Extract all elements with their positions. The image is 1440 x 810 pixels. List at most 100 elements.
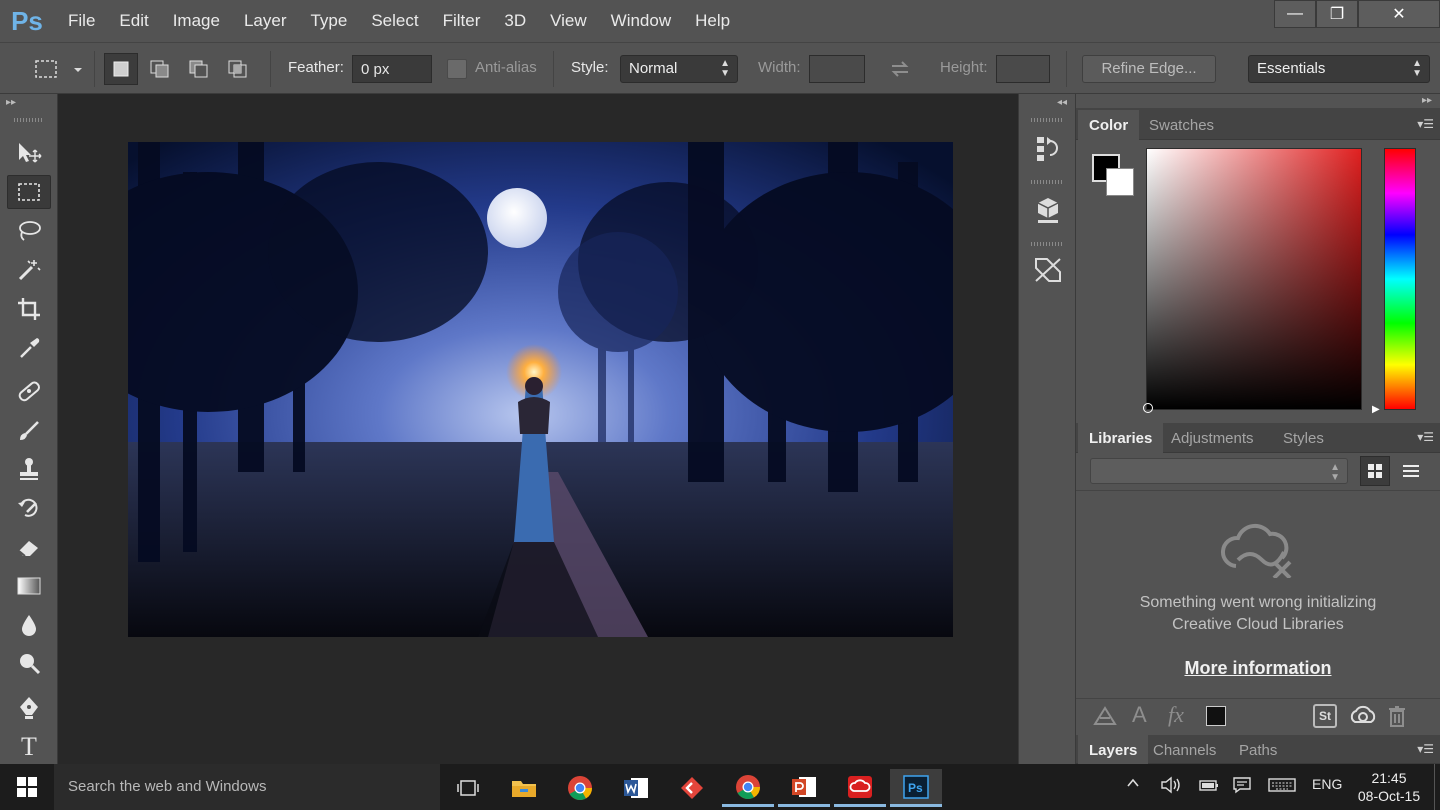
menu-type[interactable]: Type bbox=[298, 0, 359, 42]
marquee-tool[interactable] bbox=[7, 175, 51, 209]
antialias-checkbox[interactable] bbox=[447, 59, 467, 79]
powerpoint-button[interactable] bbox=[778, 769, 830, 807]
intersect-selection-button[interactable] bbox=[221, 53, 255, 85]
panel-grip[interactable] bbox=[1031, 180, 1063, 184]
brush-tool[interactable] bbox=[7, 413, 51, 447]
height-input[interactable] bbox=[996, 55, 1050, 83]
menu-select[interactable]: Select bbox=[359, 0, 430, 42]
lasso-tool[interactable] bbox=[7, 214, 51, 248]
gradient-tool[interactable] bbox=[7, 569, 51, 603]
menu-layer[interactable]: Layer bbox=[232, 0, 299, 42]
feather-input[interactable]: 0 px bbox=[352, 55, 432, 83]
eraser-tool[interactable] bbox=[7, 530, 51, 564]
minimize-button[interactable]: — bbox=[1274, 0, 1316, 28]
color-picker-cursor[interactable] bbox=[1143, 403, 1153, 413]
show-desktop-button[interactable] bbox=[1434, 764, 1440, 810]
panel-menu-icon[interactable]: ▾☰ bbox=[1417, 117, 1434, 131]
hue-slider-marker[interactable]: ▶ bbox=[1372, 404, 1380, 415]
move-tool[interactable] bbox=[7, 136, 51, 170]
menu-help[interactable]: Help bbox=[683, 0, 742, 42]
style-select[interactable]: Normal ▲ ▼ bbox=[620, 55, 738, 83]
sync-status-button[interactable] bbox=[1349, 704, 1377, 728]
tab-libraries[interactable]: Libraries bbox=[1078, 423, 1164, 453]
3d-panel-button[interactable] bbox=[1025, 186, 1071, 234]
expand-panel-icon[interactable]: ▸▸ bbox=[1422, 95, 1432, 106]
workspace-select[interactable]: Essentials ▲ ▼ bbox=[1248, 55, 1430, 83]
add-character-style-button[interactable]: A bbox=[1132, 702, 1147, 728]
file-explorer-button[interactable] bbox=[498, 769, 550, 807]
tab-paths[interactable]: Paths bbox=[1228, 735, 1288, 765]
volume-button[interactable] bbox=[1160, 776, 1182, 798]
taskbar-search-box[interactable]: Search the web and Windows bbox=[54, 764, 440, 810]
close-button[interactable]: ✕ bbox=[1358, 0, 1440, 28]
subtract-selection-button[interactable] bbox=[182, 53, 216, 85]
battery-button[interactable] bbox=[1198, 776, 1220, 798]
blur-tool[interactable] bbox=[7, 608, 51, 642]
menu-window[interactable]: Window bbox=[599, 0, 683, 42]
pen-tool[interactable] bbox=[7, 691, 51, 725]
tool-preset-picker[interactable] bbox=[34, 55, 64, 83]
panel-grip[interactable] bbox=[1031, 118, 1063, 122]
dodge-tool[interactable] bbox=[7, 647, 51, 681]
chevron-down-icon[interactable] bbox=[72, 63, 84, 75]
add-graphic-button[interactable] bbox=[1092, 704, 1118, 728]
document-image[interactable] bbox=[128, 142, 953, 637]
menu-file[interactable]: File bbox=[54, 0, 107, 42]
history-brush-tool[interactable] bbox=[7, 491, 51, 525]
git-client-button[interactable] bbox=[666, 769, 718, 807]
color-saturation-field[interactable] bbox=[1143, 148, 1362, 413]
add-layer-style-button[interactable]: fx bbox=[1168, 702, 1184, 728]
panel-menu-icon[interactable]: ▾☰ bbox=[1417, 430, 1434, 444]
grid-view-button[interactable] bbox=[1360, 456, 1390, 486]
menu-edit[interactable]: Edit bbox=[107, 0, 160, 42]
tab-color[interactable]: Color bbox=[1078, 110, 1140, 140]
new-selection-button[interactable] bbox=[104, 53, 138, 85]
history-panel-button[interactable] bbox=[1025, 124, 1071, 172]
menu-view[interactable]: View bbox=[538, 0, 599, 42]
tab-swatches[interactable]: Swatches bbox=[1138, 110, 1225, 140]
tab-channels[interactable]: Channels bbox=[1142, 735, 1227, 765]
chrome-button-2[interactable] bbox=[722, 769, 774, 807]
clone-stamp-tool[interactable] bbox=[7, 452, 51, 486]
eyedropper-tool[interactable] bbox=[7, 331, 51, 365]
touch-keyboard-button[interactable] bbox=[1268, 776, 1296, 798]
add-color-button[interactable] bbox=[1206, 706, 1226, 726]
action-center-button[interactable] bbox=[1232, 776, 1252, 798]
hue-slider[interactable] bbox=[1384, 148, 1416, 410]
add-selection-button[interactable] bbox=[143, 53, 177, 85]
tab-layers[interactable]: Layers bbox=[1078, 735, 1149, 765]
library-select[interactable]: ▲ ▼ bbox=[1090, 458, 1348, 484]
swap-arrows-icon[interactable] bbox=[888, 57, 912, 81]
list-view-button[interactable] bbox=[1396, 456, 1426, 486]
delete-button[interactable] bbox=[1386, 704, 1408, 728]
photoshop-taskbar-button[interactable]: Ps bbox=[890, 769, 942, 807]
menu-image[interactable]: Image bbox=[161, 0, 232, 42]
healing-brush-tool[interactable] bbox=[7, 374, 51, 408]
width-input[interactable] bbox=[809, 55, 865, 83]
adobe-stock-button[interactable]: St bbox=[1313, 704, 1337, 728]
collapse-panel-icon[interactable]: ◂◂ bbox=[1057, 97, 1067, 108]
panel-menu-icon[interactable]: ▾☰ bbox=[1417, 742, 1434, 756]
input-language[interactable]: ENG bbox=[1312, 776, 1342, 792]
tab-styles[interactable]: Styles bbox=[1272, 423, 1335, 453]
system-clock[interactable]: 21:45 08-Oct-15 bbox=[1354, 769, 1424, 805]
background-color-swatch[interactable] bbox=[1106, 168, 1134, 196]
refine-edge-button[interactable]: Refine Edge... bbox=[1082, 55, 1216, 83]
magic-wand-tool[interactable] bbox=[7, 253, 51, 287]
show-hidden-icons-button[interactable] bbox=[1126, 776, 1140, 794]
chrome-button[interactable] bbox=[554, 769, 606, 807]
start-button[interactable] bbox=[0, 764, 54, 810]
more-information-link[interactable]: More information bbox=[1076, 658, 1440, 679]
expand-panel-icon[interactable]: ▸▸ bbox=[6, 97, 16, 108]
menu-filter[interactable]: Filter bbox=[431, 0, 493, 42]
tab-adjustments[interactable]: Adjustments bbox=[1160, 423, 1265, 453]
word-button[interactable] bbox=[610, 769, 662, 807]
task-view-button[interactable] bbox=[442, 769, 494, 807]
restore-button[interactable]: ❐ bbox=[1316, 0, 1358, 28]
creative-cloud-button[interactable] bbox=[834, 769, 886, 807]
type-tool[interactable]: T bbox=[7, 730, 51, 764]
properties-panel-button[interactable] bbox=[1025, 246, 1071, 294]
crop-tool[interactable] bbox=[7, 292, 51, 326]
panel-grip[interactable] bbox=[14, 118, 44, 122]
menu-3d[interactable]: 3D bbox=[492, 0, 538, 42]
